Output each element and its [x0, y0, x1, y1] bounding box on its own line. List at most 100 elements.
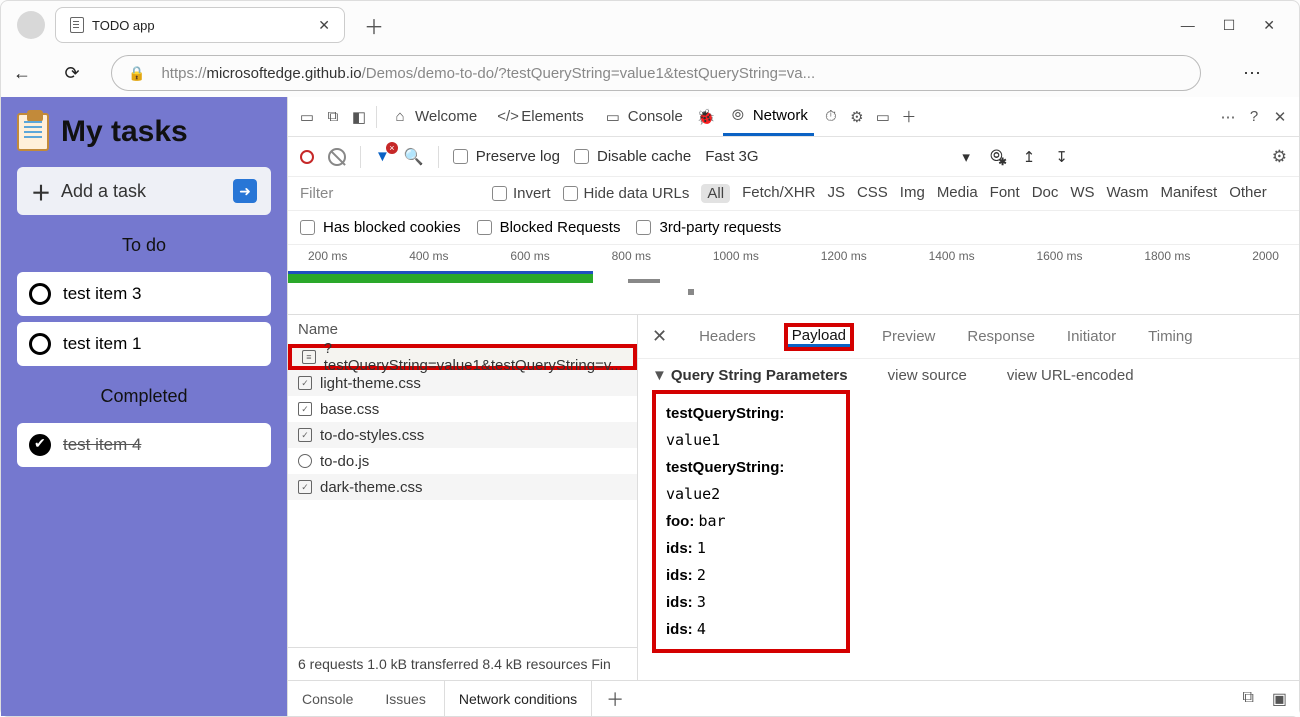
- close-window-button[interactable]: ✕: [1263, 17, 1275, 34]
- app-icon[interactable]: ▭: [874, 108, 892, 126]
- task-checkbox[interactable]: [29, 283, 51, 305]
- submit-task-button[interactable]: ➜: [233, 179, 257, 203]
- collapse-icon[interactable]: ▼: [652, 367, 667, 384]
- browser-tab[interactable]: TODO app ✕: [55, 7, 345, 43]
- preserve-log-checkbox[interactable]: Preserve log: [453, 148, 560, 165]
- clear-button[interactable]: [328, 148, 346, 166]
- tab-elements[interactable]: </>Elements: [491, 97, 590, 136]
- blocked-requests-checkbox[interactable]: Blocked Requests: [477, 219, 621, 236]
- close-tab-icon[interactable]: ✕: [318, 17, 330, 34]
- drawer-tab-console[interactable]: Console: [288, 681, 367, 716]
- drawer-tab-issues[interactable]: Issues: [371, 681, 439, 716]
- network-toolbar: ▼× 🔍 Preserve log Disable cache Fast 3G …: [288, 137, 1299, 177]
- new-tab-button[interactable]: ＋: [357, 8, 391, 42]
- refresh-button[interactable]: ⟳: [61, 63, 83, 84]
- request-row[interactable]: to-do.js: [288, 448, 637, 474]
- tab-network[interactable]: ⦾Network: [723, 97, 814, 136]
- third-party-checkbox[interactable]: 3rd-party requests: [636, 219, 781, 236]
- profile-avatar[interactable]: [17, 11, 45, 39]
- browser-menu-button[interactable]: ⋯: [1243, 63, 1261, 84]
- device-icon[interactable]: ⧉: [324, 108, 342, 125]
- task-item[interactable]: test item 3: [17, 272, 271, 316]
- detail-tab-headers[interactable]: Headers: [695, 315, 760, 358]
- download-har-icon[interactable]: ↧: [1055, 148, 1068, 166]
- detail-tabs: ✕ Headers Payload Preview Response Initiator…: [638, 315, 1299, 359]
- filter-input[interactable]: Filter: [300, 185, 480, 202]
- bug-icon[interactable]: 🐞: [697, 108, 715, 126]
- minimize-button[interactable]: —: [1181, 17, 1195, 34]
- detail-tab-preview[interactable]: Preview: [878, 315, 939, 358]
- network-conditions-icon[interactable]: ⦾✱: [990, 148, 1003, 166]
- add-task-input[interactable]: ＋ Add a task ➜: [17, 167, 271, 215]
- view-url-encoded-link[interactable]: view URL-encoded: [1007, 367, 1134, 384]
- filter-type-wasm[interactable]: Wasm: [1107, 184, 1149, 203]
- maximize-button[interactable]: ☐: [1223, 17, 1236, 34]
- add-panel-button[interactable]: ＋: [900, 106, 918, 127]
- css-file-icon: [298, 428, 312, 442]
- filter-type-manifest[interactable]: Manifest: [1161, 184, 1218, 203]
- more-tools-icon[interactable]: ⋯: [1219, 108, 1237, 126]
- inspect-icon[interactable]: ▭: [298, 108, 316, 126]
- task-checkbox[interactable]: [29, 333, 51, 355]
- query-param-row: testQueryString: value1: [666, 400, 836, 454]
- upload-har-icon[interactable]: ↥: [1023, 148, 1036, 166]
- drawer-expand-icon[interactable]: ▣: [1272, 689, 1287, 709]
- close-detail-button[interactable]: ✕: [652, 326, 667, 347]
- filter-type-img[interactable]: Img: [900, 184, 925, 203]
- filter-type-font[interactable]: Font: [990, 184, 1020, 203]
- throttle-select[interactable]: Fast 3G: [705, 148, 758, 165]
- detail-tab-initiator[interactable]: Initiator: [1063, 315, 1120, 358]
- filter-type-fetch/xhr[interactable]: Fetch/XHR: [742, 184, 815, 203]
- plus-icon: ＋: [31, 177, 51, 206]
- task-label: test item 1: [63, 334, 141, 354]
- drawer-tab-network conditions[interactable]: Network conditions: [444, 681, 592, 716]
- detail-tab-response[interactable]: Response: [963, 315, 1039, 358]
- request-row[interactable]: ?testQueryString=value1&testQueryString=…: [288, 344, 637, 370]
- task-checkbox[interactable]: [29, 434, 51, 456]
- view-source-link[interactable]: view source: [888, 367, 967, 384]
- request-row[interactable]: dark-theme.css: [288, 474, 637, 500]
- omnibox[interactable]: 🔒 https://microsoftedge.github.io/Demos/…: [111, 55, 1201, 91]
- tab-welcome[interactable]: ⌂Welcome: [385, 97, 483, 136]
- drawer-add-button[interactable]: ＋: [596, 686, 634, 712]
- hide-data-checkbox[interactable]: Hide data URLs: [563, 185, 690, 202]
- request-row[interactable]: base.css: [288, 396, 637, 422]
- performance-icon[interactable]: ⏱: [822, 108, 840, 125]
- detail-tab-timing[interactable]: Timing: [1144, 315, 1196, 358]
- filter-type-js[interactable]: JS: [827, 184, 845, 203]
- clipboard-icon: [17, 113, 49, 151]
- invert-checkbox[interactable]: Invert: [492, 185, 551, 202]
- task-item[interactable]: test item 1: [17, 322, 271, 366]
- filter-type-ws[interactable]: WS: [1070, 184, 1094, 203]
- task-item[interactable]: test item 4: [17, 423, 271, 467]
- filter-type-other[interactable]: Other: [1229, 184, 1267, 203]
- help-icon[interactable]: ?: [1245, 108, 1263, 125]
- doc-file-icon: [302, 350, 316, 364]
- request-row[interactable]: to-do-styles.css: [288, 422, 637, 448]
- detail-tab-payload[interactable]: Payload: [784, 323, 854, 351]
- search-button[interactable]: 🔍: [404, 147, 424, 167]
- todo-app: My tasks ＋ Add a task ➜ To do test item …: [1, 97, 287, 716]
- dock-icon[interactable]: ◧: [350, 108, 368, 126]
- filter-toggle[interactable]: ▼×: [375, 148, 390, 165]
- back-button[interactable]: ←: [11, 63, 33, 84]
- disable-cache-checkbox[interactable]: Disable cache: [574, 148, 691, 165]
- blocked-cookies-checkbox[interactable]: Has blocked cookies: [300, 219, 461, 236]
- filter-type-doc[interactable]: Doc: [1032, 184, 1059, 203]
- drawer-panel-icon[interactable]: ⧉: [1242, 689, 1253, 709]
- gear-icon[interactable]: ⚙: [848, 108, 866, 126]
- close-devtools-button[interactable]: ✕: [1271, 108, 1289, 126]
- filter-type-media[interactable]: Media: [937, 184, 978, 203]
- throttle-caret[interactable]: ▾: [962, 148, 970, 166]
- filter-type-all[interactable]: All: [701, 184, 730, 203]
- network-blocked-bar: Has blocked cookies Blocked Requests 3rd…: [288, 211, 1299, 245]
- query-param-row: ids: 1: [666, 535, 836, 562]
- filter-type-css[interactable]: CSS: [857, 184, 888, 203]
- network-timeline[interactable]: 200 ms400 ms600 ms800 ms1000 ms1200 ms14…: [288, 245, 1299, 315]
- tab-console[interactable]: ▭Console: [598, 97, 689, 136]
- network-settings-icon[interactable]: ⚙: [1272, 147, 1287, 167]
- lock-icon: 🔒: [128, 65, 145, 82]
- devtools-panel: ▭ ⧉ ◧ ⌂Welcome </>Elements ▭Console 🐞 ⦾N…: [287, 97, 1299, 716]
- record-button[interactable]: [300, 150, 314, 164]
- tab-strip: TODO app ✕ ＋ — ☐ ✕: [1, 1, 1299, 49]
